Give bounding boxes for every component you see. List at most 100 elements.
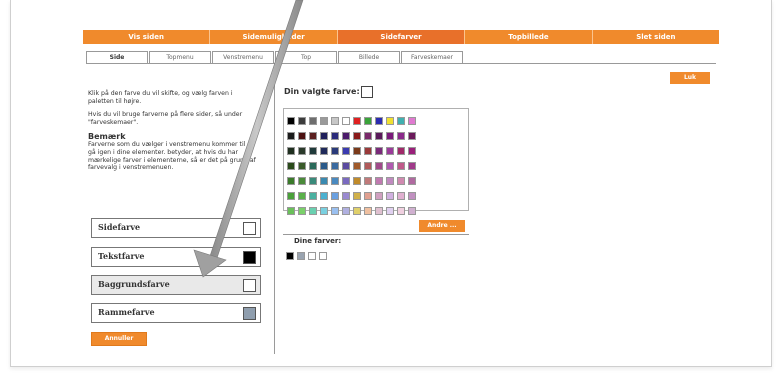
palette-color-cell[interactable] — [375, 117, 383, 125]
palette-color-cell[interactable] — [386, 207, 394, 215]
palette-color-cell[interactable] — [331, 117, 339, 125]
color-item-sidefarve[interactable]: Sidefarve — [91, 218, 261, 238]
palette-color-cell[interactable] — [298, 132, 306, 140]
nav-item-sidefarver[interactable]: Sidefarver — [337, 30, 466, 44]
palette-color-cell[interactable] — [364, 162, 372, 170]
palette-color-cell[interactable] — [342, 177, 350, 185]
palette-color-cell[interactable] — [320, 177, 328, 185]
palette-color-cell[interactable] — [309, 192, 317, 200]
palette-color-cell[interactable] — [309, 162, 317, 170]
palette-color-cell[interactable] — [386, 147, 394, 155]
palette-color-cell[interactable] — [342, 132, 350, 140]
my-color-swatch[interactable] — [308, 252, 316, 260]
palette-color-cell[interactable] — [397, 192, 405, 200]
my-color-swatch[interactable] — [319, 252, 327, 260]
palette-color-cell[interactable] — [331, 132, 339, 140]
color-item-tekstfarve[interactable]: Tekstfarve — [91, 247, 261, 267]
palette-color-cell[interactable] — [364, 207, 372, 215]
palette-color-cell[interactable] — [331, 207, 339, 215]
palette-color-cell[interactable] — [397, 162, 405, 170]
palette-color-cell[interactable] — [353, 117, 361, 125]
nav-item-slet-siden[interactable]: Slet siden — [593, 30, 719, 44]
palette-color-cell[interactable] — [353, 162, 361, 170]
palette-color-cell[interactable] — [386, 177, 394, 185]
palette-color-cell[interactable] — [408, 192, 416, 200]
palette-color-cell[interactable] — [353, 147, 361, 155]
palette-color-cell[interactable] — [408, 207, 416, 215]
palette-color-cell[interactable] — [397, 117, 405, 125]
palette-color-cell[interactable] — [309, 132, 317, 140]
palette-color-cell[interactable] — [375, 147, 383, 155]
cancel-button[interactable]: Annuller — [91, 332, 147, 346]
palette-color-cell[interactable] — [309, 117, 317, 125]
palette-color-cell[interactable] — [375, 192, 383, 200]
palette-color-cell[interactable] — [298, 192, 306, 200]
close-button[interactable]: Luk — [670, 72, 710, 84]
color-item-rammefarve[interactable]: Rammefarve — [91, 303, 261, 323]
palette-color-cell[interactable] — [353, 177, 361, 185]
palette-color-cell[interactable] — [287, 177, 295, 185]
palette-color-cell[interactable] — [364, 177, 372, 185]
palette-color-cell[interactable] — [408, 132, 416, 140]
palette-color-cell[interactable] — [397, 132, 405, 140]
palette-color-cell[interactable] — [386, 117, 394, 125]
palette-color-cell[interactable] — [386, 132, 394, 140]
palette-color-cell[interactable] — [298, 117, 306, 125]
palette-color-cell[interactable] — [320, 117, 328, 125]
palette-color-cell[interactable] — [408, 177, 416, 185]
palette-color-cell[interactable] — [320, 162, 328, 170]
palette-color-cell[interactable] — [397, 147, 405, 155]
palette-color-cell[interactable] — [309, 147, 317, 155]
palette-color-cell[interactable] — [342, 117, 350, 125]
palette-color-cell[interactable] — [353, 207, 361, 215]
palette-color-cell[interactable] — [397, 207, 405, 215]
palette-color-cell[interactable] — [342, 207, 350, 215]
palette-color-cell[interactable] — [298, 147, 306, 155]
palette-color-cell[interactable] — [287, 117, 295, 125]
nav-item-sidemuligheder[interactable]: Sidemuligheder — [210, 30, 338, 44]
palette-color-cell[interactable] — [408, 162, 416, 170]
palette-color-cell[interactable] — [320, 192, 328, 200]
palette-color-cell[interactable] — [386, 162, 394, 170]
palette-color-cell[interactable] — [298, 177, 306, 185]
palette-color-cell[interactable] — [408, 147, 416, 155]
palette-color-cell[interactable] — [342, 162, 350, 170]
palette-color-cell[interactable] — [375, 177, 383, 185]
nav-item-vis-siden[interactable]: Vis siden — [83, 30, 211, 44]
palette-color-cell[interactable] — [331, 147, 339, 155]
other-colors-button[interactable]: Andre ... — [419, 220, 465, 232]
palette-color-cell[interactable] — [331, 192, 339, 200]
palette-color-cell[interactable] — [320, 132, 328, 140]
palette-color-cell[interactable] — [408, 117, 416, 125]
nav-item-topbillede[interactable]: Topbillede — [465, 30, 593, 44]
palette-color-cell[interactable] — [287, 132, 295, 140]
palette-color-cell[interactable] — [364, 147, 372, 155]
palette-color-cell[interactable] — [298, 207, 306, 215]
my-color-swatch[interactable] — [286, 252, 294, 260]
my-color-swatch[interactable] — [297, 252, 305, 260]
palette-color-cell[interactable] — [320, 147, 328, 155]
palette-color-cell[interactable] — [386, 192, 394, 200]
palette-color-cell[interactable] — [353, 132, 361, 140]
palette-color-cell[interactable] — [287, 192, 295, 200]
palette-color-cell[interactable] — [331, 177, 339, 185]
palette-color-cell[interactable] — [375, 207, 383, 215]
color-item-baggrundsfarve[interactable]: Baggrundsfarve — [91, 275, 261, 295]
palette-color-cell[interactable] — [364, 117, 372, 125]
palette-color-cell[interactable] — [375, 162, 383, 170]
palette-color-cell[interactable] — [342, 147, 350, 155]
palette-color-cell[interactable] — [353, 192, 361, 200]
palette-color-cell[interactable] — [342, 192, 350, 200]
palette-color-cell[interactable] — [309, 207, 317, 215]
palette-color-cell[interactable] — [375, 132, 383, 140]
palette-color-cell[interactable] — [287, 207, 295, 215]
palette-color-cell[interactable] — [364, 132, 372, 140]
palette-color-cell[interactable] — [331, 162, 339, 170]
palette-color-cell[interactable] — [364, 192, 372, 200]
palette-color-cell[interactable] — [309, 177, 317, 185]
palette-color-cell[interactable] — [397, 177, 405, 185]
palette-color-cell[interactable] — [298, 162, 306, 170]
palette-color-cell[interactable] — [287, 147, 295, 155]
palette-color-cell[interactable] — [320, 207, 328, 215]
palette-color-cell[interactable] — [287, 162, 295, 170]
